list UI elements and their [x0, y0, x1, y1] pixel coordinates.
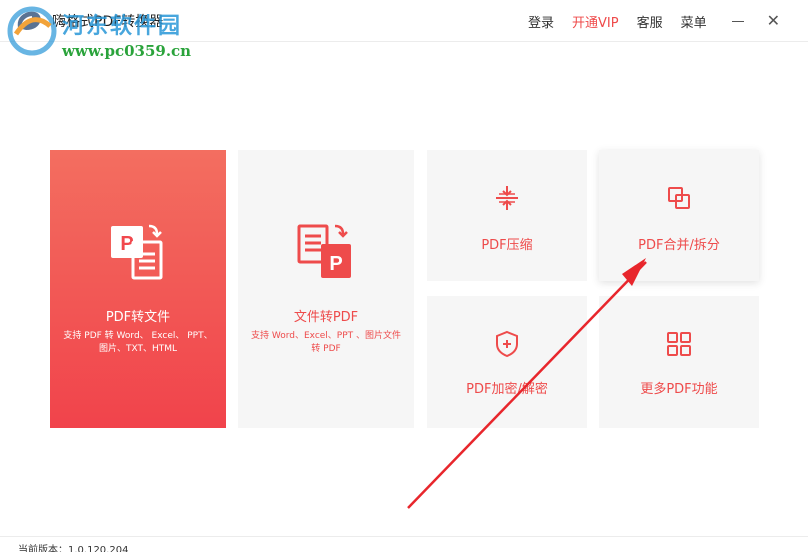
close-icon[interactable]: ✕: [767, 13, 780, 29]
version-label: 当前版本：1.0.120.204: [18, 545, 129, 552]
title-bar: 嗨格式PDF转换器 登录 开通VIP 客服 菜单 ✕: [0, 0, 808, 42]
pdf-merge-split-tile[interactable]: PDF合并/拆分: [599, 150, 759, 281]
pdf-compress-tile[interactable]: PDF压缩: [427, 150, 587, 281]
more-pdf-title: 更多PDF功能: [640, 382, 718, 397]
pdf-encrypt-title: PDF加密/解密: [466, 382, 548, 397]
pdf-to-file-title: PDF转文件: [105, 310, 171, 325]
file-to-pdf-icon: P: [297, 224, 351, 278]
file-to-pdf-title: 文件转PDF: [293, 310, 359, 325]
compress-icon: [496, 186, 518, 210]
file-to-pdf-desc: 支持 Word、Excel、PPT 、图片文件转 PDF: [250, 331, 402, 354]
svg-text:P: P: [329, 253, 342, 275]
pdf-encrypt-tile[interactable]: PDF加密/解密: [427, 296, 587, 428]
app-title: 嗨格式PDF转换器: [52, 14, 164, 30]
header-nav: 登录 开通VIP 客服 菜单 ✕: [510, 0, 780, 42]
pdf-merge-split-title: PDF合并/拆分: [638, 238, 720, 253]
pdf-to-file-desc: 支持 PDF 转 Word、 Excel、 PPT、图片、TXT、HTML: [63, 331, 213, 354]
shield-icon: [496, 330, 518, 358]
watermark-url: www.pc0359.cn: [62, 42, 192, 60]
minimize-icon[interactable]: [731, 11, 745, 31]
menu-link[interactable]: 菜单: [681, 12, 707, 31]
more-pdf-tile[interactable]: 更多PDF功能: [599, 296, 759, 428]
pdf-to-file-tile[interactable]: P PDF转文件 支持 PDF 转 Word、 Excel、 PPT、图片、TX…: [50, 150, 226, 428]
file-to-pdf-tile[interactable]: P 文件转PDF 支持 Word、Excel、PPT 、图片文件转 PDF: [238, 150, 414, 428]
pdf-to-file-icon: P: [111, 224, 163, 280]
grid-icon: [667, 332, 691, 356]
customer-service-link[interactable]: 客服: [637, 12, 663, 31]
login-link[interactable]: 登录: [528, 12, 554, 31]
merge-icon: [668, 187, 690, 209]
pdf-compress-title: PDF压缩: [481, 238, 533, 253]
status-bar: 当前版本：1.0.120.204: [0, 536, 808, 552]
app-logo-icon: [17, 11, 41, 30]
open-vip-link[interactable]: 开通VIP: [572, 12, 619, 31]
